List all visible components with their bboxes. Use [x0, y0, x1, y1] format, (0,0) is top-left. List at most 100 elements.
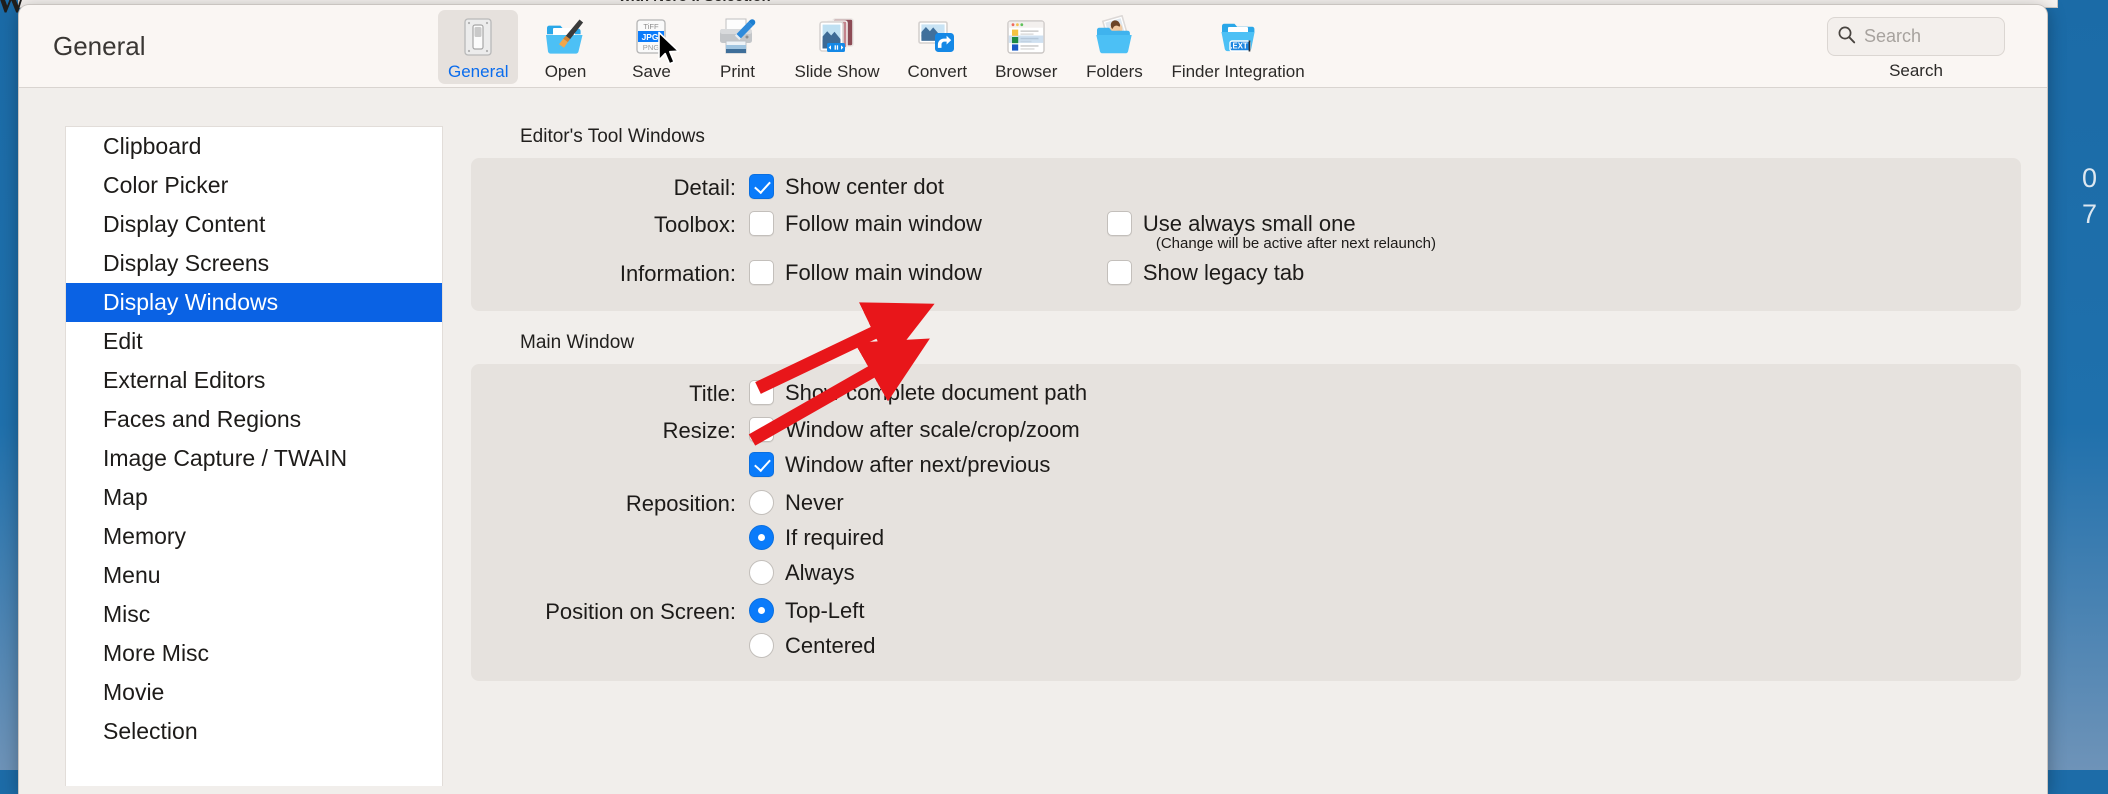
sidebar-item-label: External Editors: [103, 367, 265, 394]
radio-reposition-always[interactable]: Always: [749, 558, 884, 587]
sidebar-item-edit[interactable]: Edit: [66, 322, 442, 361]
radio-dot[interactable]: [749, 525, 774, 550]
right-column-information: Show legacy tab: [1107, 258, 1304, 287]
sidebar-item-display-content[interactable]: Display Content: [66, 205, 442, 244]
radio-label: If required: [785, 523, 884, 552]
light-switch-icon: [456, 15, 500, 59]
sidebar-item-selection[interactable]: Selection: [66, 712, 442, 751]
sidebar-item-label: Edit: [103, 328, 143, 355]
checkbox-label: Window after next/previous: [785, 450, 1050, 479]
sidebar-item-clipboard[interactable]: Clipboard: [66, 127, 442, 166]
sidebar-item-label: Menu: [103, 562, 161, 589]
checkbox-information-follow-main-window[interactable]: Follow main window: [749, 258, 982, 287]
sidebar-item-faces-and-regions[interactable]: Faces and Regions: [66, 400, 442, 439]
radio-position-top-left[interactable]: Top-Left: [749, 596, 876, 625]
group-title-main-window: Main Window: [520, 332, 2021, 354]
checkbox-window-after-scale-crop-zoom[interactable]: Window after scale/crop/zoom: [749, 415, 1080, 444]
reposition-options: Never If required Always: [749, 488, 884, 587]
toolbar-item-browser[interactable]: Browser: [985, 10, 1067, 84]
radio-dot[interactable]: [749, 598, 774, 623]
checkbox-box[interactable]: [749, 211, 774, 236]
search-input[interactable]: [1864, 26, 1994, 47]
preferences-window: General General: [18, 4, 2048, 794]
checkbox-box[interactable]: [749, 380, 774, 405]
sidebar-item-display-screens[interactable]: Display Screens: [66, 244, 442, 283]
row-detail: Detail: Show center dot: [471, 172, 2021, 204]
sidebar-item-memory[interactable]: Memory: [66, 517, 442, 556]
checkbox-label: Use always small one: [1143, 209, 1356, 238]
toolbar-item-convert[interactable]: Convert: [898, 10, 978, 84]
checkbox-show-legacy-tab[interactable]: Show legacy tab: [1107, 258, 1304, 287]
sidebar-item-label: Clipboard: [103, 133, 201, 160]
settings-sidebar[interactable]: Clipboard Color Picker Display Content D…: [65, 126, 443, 786]
toolbar-item-folders[interactable]: Folders: [1075, 10, 1153, 84]
toolbar-item-general[interactable]: General: [438, 10, 518, 84]
row-reposition: Reposition: Never If required Always: [471, 488, 2021, 587]
sidebar-item-label: Misc: [103, 601, 150, 628]
sidebar-item-map[interactable]: Map: [66, 478, 442, 517]
checkbox-box[interactable]: [1107, 211, 1132, 236]
row-label-detail: Detail:: [471, 172, 749, 201]
sidebar-item-more-misc[interactable]: More Misc: [66, 634, 442, 673]
folder-brush-icon: [543, 15, 587, 59]
sidebar-item-label: Display Screens: [103, 250, 269, 277]
sidebar-item-movie[interactable]: Movie: [66, 673, 442, 712]
group-editors-tool-windows: Detail: Show center dot Toolbox: Follow …: [471, 158, 2021, 311]
folder-ext-icon: .EXT: [1216, 15, 1260, 59]
checkbox-label: Follow main window: [785, 258, 982, 287]
checkbox-window-after-next-previous[interactable]: Window after next/previous: [749, 450, 1080, 479]
sidebar-item-label: Selection: [103, 718, 198, 745]
sidebar-item-label: Map: [103, 484, 148, 511]
checkbox-box[interactable]: [1107, 260, 1132, 285]
radio-dot[interactable]: [749, 490, 774, 515]
toolbar-item-slide-show[interactable]: Slide Show: [784, 10, 889, 84]
resize-options: Window after scale/crop/zoom Window afte…: [749, 415, 1080, 479]
radio-dot[interactable]: [749, 633, 774, 658]
sidebar-item-misc[interactable]: Misc: [66, 595, 442, 634]
radio-label: Always: [785, 558, 855, 587]
preferences-body: Clipboard Color Picker Display Content D…: [19, 88, 2047, 794]
radio-reposition-never[interactable]: Never: [749, 488, 884, 517]
radio-reposition-if-required[interactable]: If required: [749, 523, 884, 552]
toolbar-item-print[interactable]: Print: [698, 10, 776, 84]
sidebar-item-label: Display Content: [103, 211, 265, 238]
checkbox-label: Follow main window: [785, 209, 982, 238]
row-label-position-on-screen: Position on Screen:: [471, 596, 749, 625]
position-options: Top-Left Centered: [749, 596, 876, 660]
radio-position-centered[interactable]: Centered: [749, 631, 876, 660]
relaunch-note: (Change will be active after next relaun…: [1156, 235, 1436, 252]
group-main-window: Title: Show complete document path Resiz…: [471, 364, 2021, 681]
checkbox-box[interactable]: [749, 417, 774, 442]
checkbox-label: Show complete document path: [785, 378, 1087, 407]
file-format-list-icon: TiFF JPG PNG: [629, 15, 673, 59]
checkbox-use-always-small-one[interactable]: Use always small one: [1107, 209, 1436, 238]
search-box[interactable]: [1827, 17, 2005, 56]
sidebar-item-label: Image Capture / TWAIN: [103, 445, 347, 472]
radio-label: Centered: [785, 631, 876, 660]
radio-dot[interactable]: [749, 560, 774, 585]
toolbar-item-label: Print: [720, 62, 755, 82]
toolbar-item-label: General: [448, 62, 508, 82]
row-position-on-screen: Position on Screen: Top-Left Centered: [471, 596, 2021, 660]
sidebar-item-external-editors[interactable]: External Editors: [66, 361, 442, 400]
sidebar-item-color-picker[interactable]: Color Picker: [66, 166, 442, 205]
svg-text:.EXT: .EXT: [1230, 42, 1248, 51]
checkbox-label: Show legacy tab: [1143, 258, 1304, 287]
checkbox-box[interactable]: [749, 452, 774, 477]
browser-window-icon: [1004, 15, 1048, 59]
checkbox-box[interactable]: [749, 174, 774, 199]
sidebar-item-menu[interactable]: Menu: [66, 556, 442, 595]
toolbar-item-save[interactable]: TiFF JPG PNG Save: [612, 10, 690, 84]
row-toolbox: Toolbox: Follow main window Use always s…: [471, 209, 2021, 253]
checkbox-show-center-dot[interactable]: Show center dot: [749, 172, 944, 201]
printer-screwdriver-icon: [715, 15, 759, 59]
checkbox-toolbox-follow-main-window[interactable]: Follow main window: [749, 209, 982, 238]
checkbox-show-complete-document-path[interactable]: Show complete document path: [749, 378, 1087, 407]
toolbar-item-finder-integration[interactable]: .EXT Finder Integration: [1161, 10, 1314, 84]
sidebar-item-image-capture-twain[interactable]: Image Capture / TWAIN: [66, 439, 442, 478]
toolbar-item-open[interactable]: Open: [526, 10, 604, 84]
checkbox-box[interactable]: [749, 260, 774, 285]
sidebar-item-display-windows[interactable]: Display Windows: [66, 283, 442, 322]
slideshow-icon: [815, 15, 859, 59]
checkbox-label: Show center dot: [785, 172, 944, 201]
